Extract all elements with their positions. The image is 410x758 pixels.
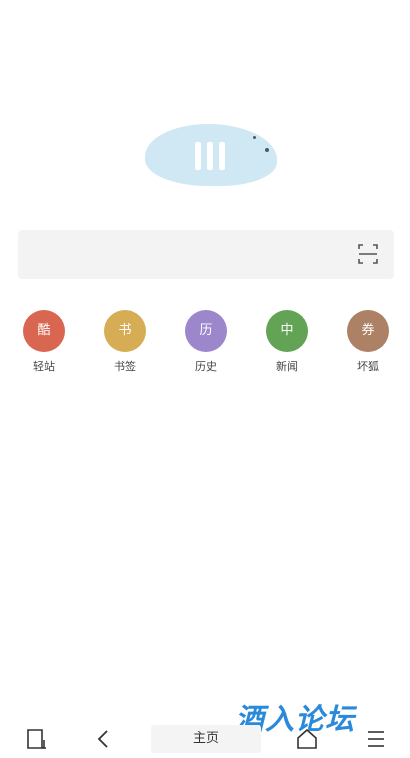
shortcut-label: 坏狐 [357, 360, 379, 373]
home-tab[interactable]: 主页 [151, 725, 261, 753]
menu-icon[interactable] [364, 727, 388, 751]
shortcut-huaihu[interactable]: 券 坏狐 [338, 310, 398, 374]
logo-bars [195, 142, 225, 170]
shortcut-row: 酷 轻站 书 书签 历 历史 中 新闻 券 坏狐 [0, 310, 410, 380]
shortcut-icon: 书 [104, 310, 146, 352]
shortcut-bookmarks[interactable]: 书 书签 [95, 310, 155, 374]
shortcut-icon: 券 [347, 310, 389, 352]
shortcut-label: 新闻 [276, 360, 298, 373]
back-icon[interactable] [92, 727, 116, 751]
shortcut-history[interactable]: 历 历史 [176, 310, 236, 374]
shortcut-label: 历史 [195, 360, 217, 373]
search-bar[interactable] [18, 230, 394, 279]
scan-icon[interactable] [358, 243, 378, 265]
browser-logo [145, 124, 277, 186]
shortcut-qingzhan[interactable]: 酷 轻站 [14, 310, 74, 374]
tabs-icon[interactable] [25, 727, 49, 751]
shortcut-icon: 历 [185, 310, 227, 352]
logo-dot [253, 136, 256, 139]
logo-dot [265, 148, 269, 152]
shortcut-icon: 酷 [23, 310, 65, 352]
logo-bar [207, 142, 213, 170]
shortcut-label: 轻站 [33, 360, 55, 373]
home-icon[interactable] [295, 727, 319, 751]
logo-bar [195, 142, 201, 170]
shortcut-label: 书签 [114, 360, 136, 373]
bottom-toolbar: 主页 [0, 718, 410, 758]
logo-bar [219, 142, 225, 170]
shortcut-news[interactable]: 中 新闻 [257, 310, 317, 374]
shortcut-icon: 中 [266, 310, 308, 352]
